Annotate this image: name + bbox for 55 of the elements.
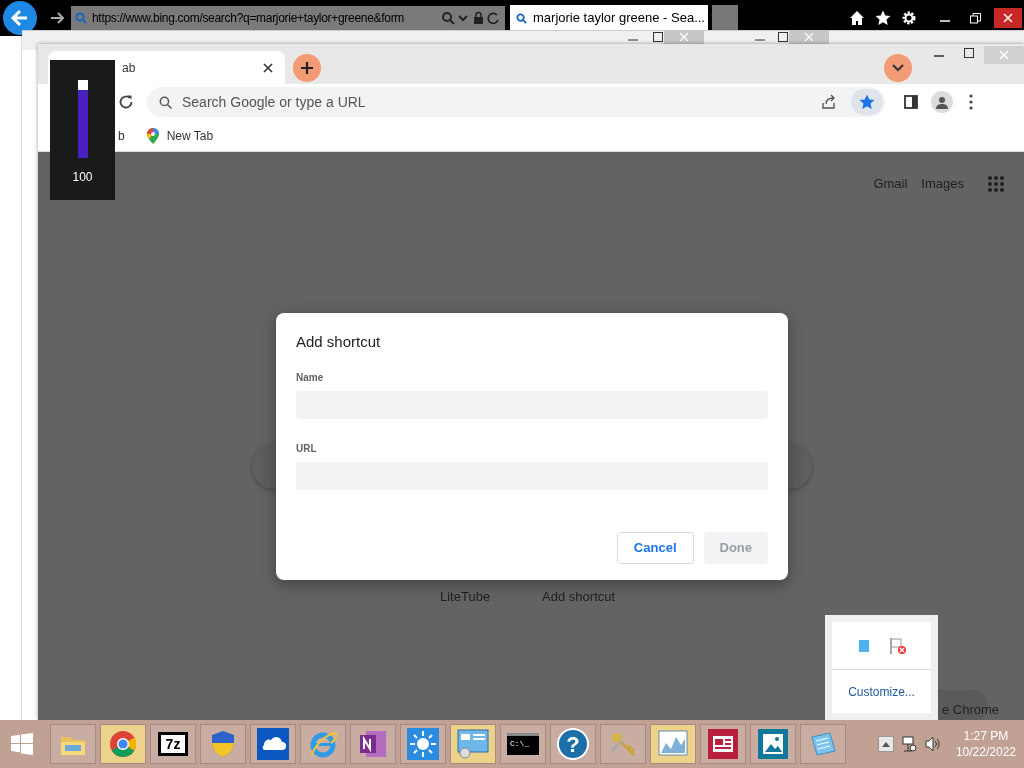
map-pin-icon	[146, 127, 159, 144]
sun-icon	[407, 728, 439, 760]
taskbar-button[interactable]: 7z	[150, 724, 196, 764]
shortcut-label[interactable]: LiteTube	[438, 587, 493, 607]
settings-icon[interactable]	[900, 9, 918, 27]
taskbar-button[interactable]: ?	[550, 724, 596, 764]
close-icon[interactable]	[994, 8, 1022, 28]
address-field[interactable]: https://www.bing.com/search?q=marjorie+taylor+greene&form	[71, 6, 505, 30]
header-link[interactable]: Gmail	[873, 174, 908, 194]
archive-app-icon: 7z	[158, 732, 188, 756]
apps-grid-icon[interactable]	[986, 174, 1006, 194]
chrome-icon	[107, 728, 139, 760]
volume-reading: 100	[72, 169, 93, 186]
maximize-icon[interactable]	[650, 30, 666, 44]
header-link[interactable]: Images	[921, 174, 964, 194]
plus-icon[interactable]	[293, 54, 321, 82]
photo-icon	[757, 728, 789, 760]
search-icon	[159, 95, 172, 109]
shortcut-label[interactable]: Add shortcut	[540, 587, 618, 607]
flag-error-icon[interactable]	[888, 636, 907, 655]
taskbar-button[interactable]	[450, 724, 496, 764]
maximize-icon[interactable]	[775, 30, 791, 44]
taskbar-button[interactable]	[400, 724, 446, 764]
network-icon[interactable]	[899, 735, 918, 753]
terminal-icon: C:\_	[507, 733, 539, 755]
bookmark-label[interactable]: b	[118, 126, 125, 145]
taskbar-button[interactable]: C:\_	[500, 724, 546, 764]
taskbar-button[interactable]	[250, 724, 296, 764]
cancel-button[interactable]: Cancel	[616, 532, 694, 564]
notebook-app-icon	[357, 728, 389, 760]
chevron-down-icon[interactable]	[884, 54, 912, 82]
star-icon[interactable]	[874, 9, 892, 27]
omnibox[interactable]: Search Google or type a URL	[147, 87, 885, 117]
chevron-up-icon[interactable]	[877, 736, 894, 752]
field-label: URL	[296, 441, 318, 456]
cloud-icon	[257, 728, 289, 760]
help-icon: ?	[557, 728, 589, 760]
search-icon	[516, 12, 527, 24]
profile-icon[interactable]	[931, 91, 953, 113]
address-controls-icon[interactable]	[441, 11, 501, 25]
search-icon	[75, 12, 87, 24]
taskbar-button[interactable]	[700, 724, 746, 764]
speaker-icon[interactable]	[923, 735, 942, 753]
back-icon[interactable]	[3, 1, 37, 35]
home-icon[interactable]	[848, 9, 866, 27]
taskbar-button[interactable]	[350, 724, 396, 764]
new-tab-button[interactable]	[712, 5, 738, 31]
taskbar-button[interactable]	[750, 724, 796, 764]
taskbar-button[interactable]	[200, 724, 246, 764]
control-panel-icon	[457, 728, 489, 760]
close-icon[interactable]	[263, 62, 273, 73]
dialog-title: Add shortcut	[296, 332, 382, 352]
news-icon	[707, 728, 739, 760]
field-label: Name	[296, 370, 325, 385]
bookmark[interactable]: New Tab	[146, 126, 214, 145]
